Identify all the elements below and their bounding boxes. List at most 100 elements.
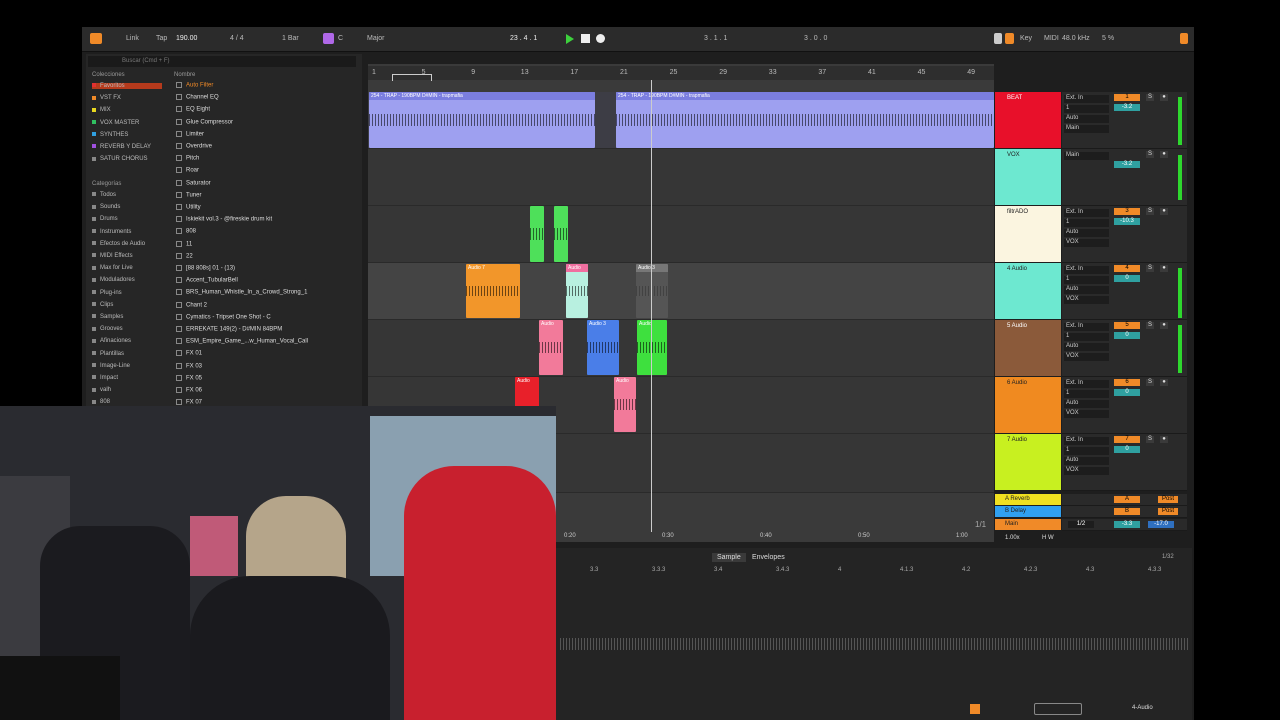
monitor-select[interactable]: Auto: [1064, 229, 1109, 237]
channel-select[interactable]: 1: [1064, 105, 1109, 113]
collection-item[interactable]: Favoritos: [92, 83, 162, 89]
tab-envelopes[interactable]: Envelopes: [752, 554, 785, 561]
clip-audio7[interactable]: Audio 7: [466, 264, 520, 318]
collection-item[interactable]: REVERB Y DELAY: [92, 144, 151, 150]
category-item[interactable]: Instruments: [92, 229, 131, 235]
file-item[interactable]: Cymatics - Tripset One Shot - C: [176, 313, 354, 320]
clip-audio-d[interactable]: Audio 3: [587, 320, 619, 375]
key-map-icon[interactable]: [1005, 33, 1014, 44]
category-item[interactable]: Efectos de Audio: [92, 241, 145, 247]
input-select[interactable]: Ext. In: [1064, 323, 1109, 331]
channel-select[interactable]: 1: [1064, 333, 1109, 341]
play-icon[interactable]: [566, 34, 574, 44]
file-item[interactable]: Channel EQ: [176, 94, 354, 101]
arm-button[interactable]: ●: [1160, 151, 1168, 158]
track-header[interactable]: 7 Audio: [995, 434, 1061, 490]
menu-icon[interactable]: [90, 33, 102, 44]
track-number[interactable]: 4: [1114, 265, 1140, 272]
track-header[interactable]: 4 Audio: [995, 263, 1061, 319]
main-volume[interactable]: -3.3: [1114, 521, 1140, 528]
track-number[interactable]: 3: [1114, 208, 1140, 215]
category-item[interactable]: Plug-ins: [92, 290, 122, 296]
track-header[interactable]: filtrADO: [995, 206, 1061, 262]
track-number[interactable]: 6: [1114, 379, 1140, 386]
monitor-select[interactable]: Auto: [1064, 400, 1109, 408]
file-item[interactable]: Overdrive: [176, 143, 354, 150]
file-item[interactable]: FX 03: [176, 362, 354, 369]
arm-button[interactable]: ●: [1160, 379, 1168, 386]
file-item[interactable]: Pitch: [176, 155, 354, 162]
collection-item[interactable]: VST FX: [92, 95, 121, 101]
scale-select[interactable]: Major: [367, 35, 385, 42]
solo-button[interactable]: S: [1146, 322, 1154, 329]
track-header[interactable]: VOX: [995, 149, 1061, 205]
file-item[interactable]: EQ Eight: [176, 106, 354, 113]
input-select[interactable]: Ext. In: [1064, 209, 1109, 217]
volume-field[interactable]: -3.2: [1114, 104, 1140, 111]
sample-ruler[interactable]: 3.3 3.3.3 3.4 3.4.3 4 4.1.3 4.2 4.2.3 4.3 4.3.3: [556, 566, 1192, 576]
arm-button[interactable]: ●: [1160, 208, 1168, 215]
return-track[interactable]: A Reverb: [995, 494, 1061, 505]
category-item[interactable]: MIDI Effects: [92, 253, 133, 259]
file-item[interactable]: Limiter: [176, 130, 354, 137]
output-select[interactable]: Main: [1064, 125, 1109, 133]
loop-brace[interactable]: [392, 74, 432, 81]
arm-button[interactable]: ●: [1160, 436, 1168, 443]
file-item[interactable]: Auto Filter: [176, 82, 354, 89]
collection-item[interactable]: VOX MASTER: [92, 120, 139, 126]
solo-button[interactable]: S: [1146, 379, 1154, 386]
channel-select[interactable]: 1: [1064, 390, 1109, 398]
volume-field[interactable]: 0: [1114, 332, 1140, 339]
record-icon[interactable]: [596, 34, 605, 43]
collection-item[interactable]: SYNTHES: [92, 132, 128, 138]
file-item[interactable]: Accent_TubularBell: [176, 277, 354, 284]
channel-select[interactable]: 1: [1064, 447, 1109, 455]
file-item[interactable]: FX 07: [176, 399, 354, 406]
file-item[interactable]: Tuner: [176, 191, 354, 198]
file-item[interactable]: Roar: [176, 167, 354, 174]
stop-icon[interactable]: [581, 34, 590, 43]
loop-length-field[interactable]: 3 . 0 . 0: [804, 35, 827, 42]
tap-button[interactable]: Tap: [156, 35, 167, 42]
file-item[interactable]: 808: [176, 228, 354, 235]
input-select[interactable]: Ext. In: [1064, 95, 1109, 103]
track-name[interactable]: BEAT: [1007, 95, 1022, 101]
category-item[interactable]: Afinaciones: [92, 338, 131, 344]
file-item[interactable]: FX 06: [176, 387, 354, 394]
track-name[interactable]: filtrADO: [1007, 209, 1028, 215]
track-header[interactable]: BEAT: [995, 92, 1061, 148]
quantize-select[interactable]: 1 Bar: [282, 35, 299, 42]
output-select[interactable]: VOX: [1064, 296, 1109, 304]
track-name[interactable]: 7 Audio: [1007, 437, 1027, 443]
key-select[interactable]: C: [338, 35, 343, 42]
channel-select[interactable]: 1: [1064, 276, 1109, 284]
category-item[interactable]: Grooves: [92, 326, 123, 332]
volume-field[interactable]: -10.3: [1114, 218, 1140, 225]
track-name[interactable]: 6 Audio: [1007, 380, 1027, 386]
return-letter[interactable]: B: [1114, 508, 1140, 515]
monitor-select[interactable]: Auto: [1064, 343, 1109, 351]
category-item[interactable]: Max for Live: [92, 265, 133, 271]
category-item[interactable]: Image-Line: [92, 363, 130, 369]
clip-trap-2[interactable]: 254 - TRAP - 190BPM D#MIN - trapmafia: [616, 92, 994, 148]
file-item[interactable]: FX 05: [176, 374, 354, 381]
track-number[interactable]: 5: [1114, 322, 1140, 329]
file-item[interactable]: 11: [176, 240, 354, 247]
category-item[interactable]: Impact: [92, 375, 118, 381]
zoom-level[interactable]: 1.00x: [1005, 535, 1020, 541]
collection-item[interactable]: SATUR CHORUS: [92, 156, 148, 162]
hw-toggle[interactable]: H W: [1042, 535, 1054, 541]
scroll-handle[interactable]: [1034, 703, 1082, 715]
post-toggle[interactable]: Post: [1158, 496, 1178, 503]
file-item[interactable]: Utility: [176, 204, 354, 211]
category-item[interactable]: Samples: [92, 314, 123, 320]
scale-icon[interactable]: [323, 33, 334, 44]
clip-audio-c[interactable]: Audio: [539, 320, 563, 375]
track-name[interactable]: 5 Audio: [1007, 323, 1027, 329]
track-name[interactable]: 4 Audio: [1007, 266, 1027, 272]
solo-button[interactable]: S: [1146, 151, 1154, 158]
clip-audio-f[interactable]: Audio: [515, 377, 539, 407]
clip-trap-1[interactable]: 254 - TRAP - 190BPM D#MIN - trapmafia: [369, 92, 595, 148]
file-item[interactable]: Saturator: [176, 179, 354, 186]
category-item[interactable]: Clips: [92, 302, 113, 308]
